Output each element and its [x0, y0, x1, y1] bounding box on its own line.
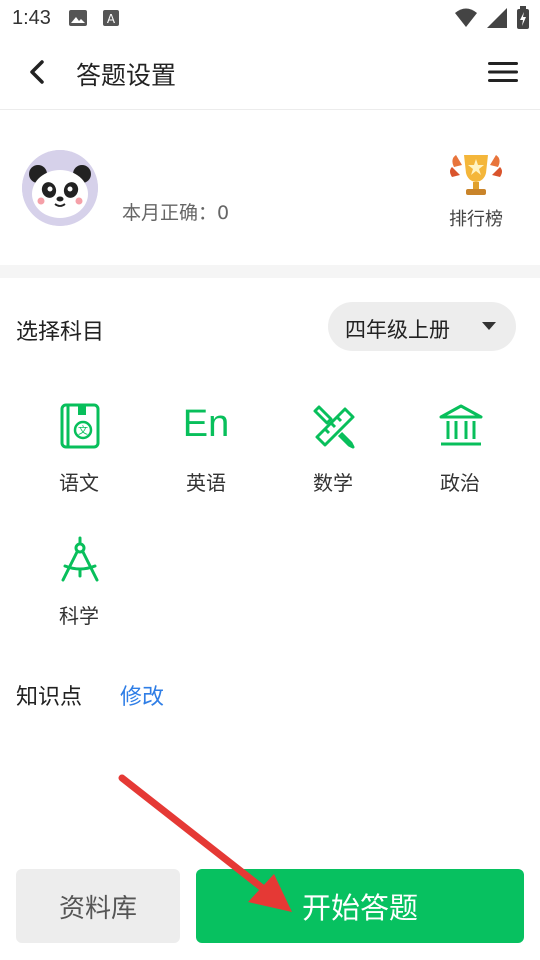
wifi-icon [455, 8, 477, 27]
chevron-left-icon[interactable] [22, 56, 54, 88]
avatar[interactable] [22, 150, 98, 226]
battery-charging-icon [517, 6, 529, 29]
grade-dropdown-value: 四年级上册 [345, 318, 450, 342]
subject-label: 语文 [59, 471, 99, 495]
grade-dropdown[interactable]: 四年级上册 [328, 302, 516, 351]
image-icon [69, 10, 87, 26]
status-bar: 1:43 A [0, 0, 540, 36]
monthly-accuracy-text: 本月正确：0 [122, 202, 230, 224]
select-subject-label: 选择科目 [16, 320, 105, 345]
section-divider [0, 265, 540, 278]
government-building-icon [439, 404, 483, 446]
cellular-signal-icon [487, 8, 507, 28]
knowledge-points-label: 知识点 [16, 685, 83, 710]
svg-text:A: A [107, 12, 116, 26]
compass-icon [61, 536, 99, 582]
subject-english[interactable]: En 英语 [151, 403, 261, 513]
text-box-icon: A [103, 10, 119, 26]
hamburger-menu-icon[interactable] [488, 60, 518, 84]
knowledge-edit-link[interactable]: 修改 [120, 679, 164, 711]
library-button[interactable]: 资料库 [16, 869, 180, 943]
status-time: 1:43 [12, 7, 51, 29]
profile-section: 本月正确：0 排行榜 [0, 111, 540, 265]
chinese-book-icon: 文 [60, 403, 100, 449]
page-title: 答题设置 [76, 61, 177, 90]
svg-text:文: 文 [78, 424, 88, 437]
start-quiz-button[interactable]: 开始答题 [196, 869, 524, 943]
subject-label: 政治 [440, 471, 480, 495]
leaderboard-button[interactable]: 排行榜 [440, 151, 512, 231]
pencil-ruler-icon [313, 405, 355, 449]
subject-politics[interactable]: 政治 [405, 403, 515, 513]
caret-down-icon [482, 322, 496, 330]
english-en-icon: En [182, 403, 230, 445]
subject-label: 英语 [186, 471, 226, 495]
leaderboard-label: 排行榜 [449, 209, 503, 230]
panda-avatar-icon [22, 150, 98, 226]
subject-chinese[interactable]: 文 语文 [24, 403, 134, 513]
trophy-icon [450, 155, 502, 195]
subject-science[interactable]: 科学 [24, 536, 134, 646]
subject-math[interactable]: 数学 [278, 403, 388, 513]
app-bar: 答题设置 [0, 36, 540, 110]
subject-label: 数学 [313, 471, 353, 495]
subject-label: 科学 [59, 604, 99, 628]
